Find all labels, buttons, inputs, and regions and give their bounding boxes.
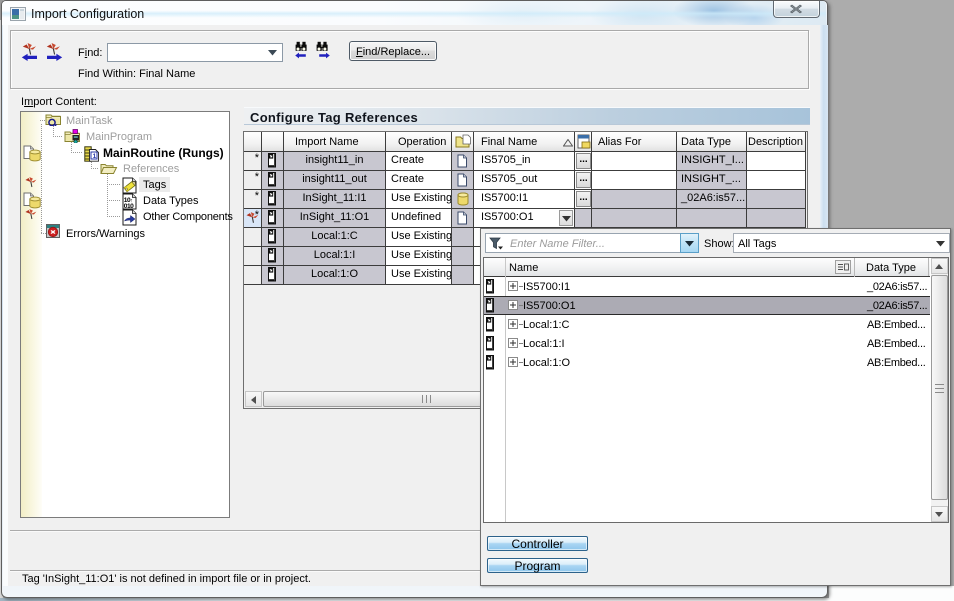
- svg-text:1: 1: [93, 153, 97, 160]
